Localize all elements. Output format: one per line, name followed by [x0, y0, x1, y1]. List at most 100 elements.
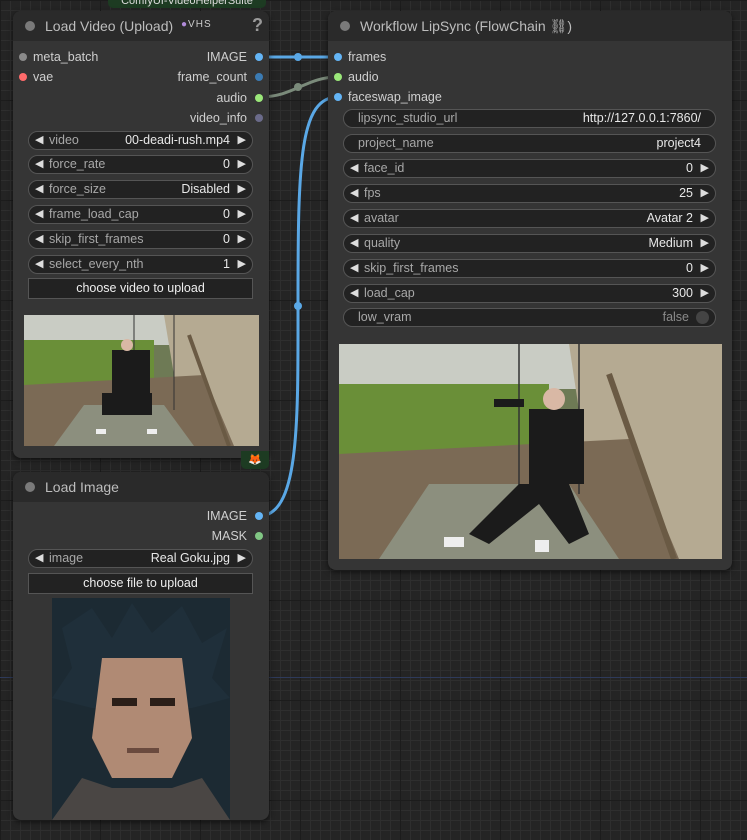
select-every-nth-widget[interactable]: ◀ select_every_nth 1 ▶ — [28, 255, 253, 274]
decrement-arrow-icon[interactable]: ◀ — [350, 161, 358, 174]
decrement-arrow-icon[interactable]: ◀ — [350, 186, 358, 199]
load-video-node[interactable]: Load Video (Upload) ●VHS ? meta_batch va… — [13, 11, 269, 458]
decrement-arrow-icon[interactable]: ◀ — [350, 286, 358, 299]
low-vram-value: false — [662, 310, 689, 324]
vae-input-label: vae — [33, 70, 54, 84]
increment-arrow-icon[interactable]: ▶ — [238, 232, 246, 245]
video-widget[interactable]: ◀ video 00-deadi-rush.mp4 ▶ — [28, 131, 253, 150]
load-image-title: Load Image — [45, 479, 119, 495]
fps-widget[interactable]: ◀ fps 25 ▶ — [343, 184, 716, 203]
collapse-dot-icon[interactable] — [25, 482, 35, 492]
frames-input-label: frames — [348, 50, 387, 64]
lipsync-output-scene — [339, 344, 722, 559]
skip-first-frames-widget[interactable]: ◀ skip_first_frames 0 ▶ — [343, 259, 716, 278]
load-cap-value: 300 — [672, 286, 693, 300]
increment-arrow-icon[interactable]: ▶ — [701, 186, 709, 199]
force-size-value: Disabled — [181, 182, 230, 196]
increment-arrow-icon[interactable]: ▶ — [701, 211, 709, 224]
quality-label: quality — [364, 236, 401, 250]
skip-first-frames-widget[interactable]: ◀ skip_first_frames 0 ▶ — [28, 230, 253, 249]
load-image-titlebar[interactable]: Load Image — [13, 472, 269, 502]
lipsync-url-widget[interactable]: lipsync_studio_url http://127.0.0.1:7860… — [343, 109, 716, 128]
decrement-arrow-icon[interactable]: ◀ — [35, 257, 43, 270]
vhs-camera-icon: ● — [181, 19, 189, 30]
link-faceswap-midpoint — [294, 302, 302, 310]
decrement-arrow-icon[interactable]: ◀ — [35, 232, 43, 245]
lipsync-output-preview — [339, 344, 722, 559]
faceswap-image-input-dot[interactable] — [334, 93, 342, 101]
project-name-widget[interactable]: project_name project4 — [343, 134, 716, 153]
frame-count-output-dot[interactable] — [255, 73, 263, 81]
force-rate-widget[interactable]: ◀ force_rate 0 ▶ — [28, 155, 253, 174]
image-output-dot[interactable] — [255, 512, 263, 520]
force-size-label: force_size — [49, 182, 106, 196]
toggle-knob-icon[interactable] — [696, 311, 709, 324]
frame-load-cap-widget[interactable]: ◀ frame_load_cap 0 ▶ — [28, 205, 253, 224]
increment-arrow-icon[interactable]: ▶ — [701, 261, 709, 274]
vae-input-dot[interactable] — [19, 73, 27, 81]
decrement-arrow-icon[interactable]: ◀ — [350, 261, 358, 274]
image-preview-scene — [52, 598, 230, 820]
frames-input-dot[interactable] — [334, 53, 342, 61]
decrement-arrow-icon[interactable]: ◀ — [35, 157, 43, 170]
select-every-nth-value: 1 — [223, 257, 230, 271]
project-name-label: project_name — [358, 136, 434, 150]
increment-arrow-icon[interactable]: ▶ — [701, 236, 709, 249]
video-info-output-dot[interactable] — [255, 114, 263, 122]
choose-video-button[interactable]: choose video to upload — [28, 278, 253, 299]
load-cap-widget[interactable]: ◀ load_cap 300 ▶ — [343, 284, 716, 303]
fps-label: fps — [364, 186, 381, 200]
video-widget-label: video — [49, 133, 79, 147]
mask-output-label: MASK — [211, 529, 247, 543]
increment-arrow-icon[interactable]: ▶ — [701, 286, 709, 299]
audio-input-dot[interactable] — [334, 73, 342, 81]
load-video-titlebar[interactable]: Load Video (Upload) ●VHS ? — [13, 11, 269, 41]
decrement-arrow-icon[interactable]: ◀ — [350, 236, 358, 249]
force-rate-label: force_rate — [49, 157, 106, 171]
increment-arrow-icon[interactable]: ▶ — [238, 133, 246, 146]
load-image-node[interactable]: Load Image IMAGE MASK ◀ image Real Goku.… — [13, 472, 269, 820]
low-vram-toggle[interactable]: low_vram false — [343, 308, 716, 327]
increment-arrow-icon[interactable]: ▶ — [238, 257, 246, 270]
quality-widget[interactable]: ◀ quality Medium ▶ — [343, 234, 716, 253]
decrement-arrow-icon[interactable]: ◀ — [350, 211, 358, 224]
image-widget[interactable]: ◀ image Real Goku.jpg ▶ — [28, 549, 253, 568]
skip-first-frames-value: 0 — [686, 261, 693, 275]
face-id-label: face_id — [364, 161, 405, 175]
force-size-widget[interactable]: ◀ force_size Disabled ▶ — [28, 180, 253, 199]
vhs-badge-text: VHS — [188, 19, 212, 30]
load-video-title: Load Video (Upload) — [45, 18, 174, 34]
decrement-arrow-icon[interactable]: ◀ — [35, 551, 43, 564]
increment-arrow-icon[interactable]: ▶ — [238, 207, 246, 220]
image-widget-label: image — [49, 551, 84, 565]
increment-arrow-icon[interactable]: ▶ — [238, 157, 246, 170]
decrement-arrow-icon[interactable]: ◀ — [35, 133, 43, 146]
workflow-lipsync-node[interactable]: Workflow LipSync (FlowChain ⛓) frames au… — [328, 11, 732, 570]
workflow-title: Workflow LipSync (FlowChain ⛓) — [360, 18, 573, 34]
audio-output-dot[interactable] — [255, 94, 263, 102]
increment-arrow-icon[interactable]: ▶ — [701, 161, 709, 174]
decrement-arrow-icon[interactable]: ◀ — [35, 182, 43, 195]
image-output-dot[interactable] — [255, 53, 263, 61]
increment-arrow-icon[interactable]: ▶ — [238, 551, 246, 564]
mask-output-dot[interactable] — [255, 532, 263, 540]
workflow-titlebar[interactable]: Workflow LipSync (FlowChain ⛓) — [328, 11, 732, 41]
choose-file-button[interactable]: choose file to upload — [28, 573, 253, 594]
fps-value: 25 — [679, 186, 693, 200]
faceswap-image-input-label: faceswap_image — [348, 90, 442, 104]
decrement-arrow-icon[interactable]: ◀ — [35, 207, 43, 220]
avatar-widget[interactable]: ◀ avatar Avatar 2 ▶ — [343, 209, 716, 228]
help-icon[interactable]: ? — [252, 15, 263, 36]
meta-batch-input-label: meta_batch — [33, 50, 99, 64]
lipsync-url-label: lipsync_studio_url — [358, 111, 458, 125]
meta-batch-input-dot[interactable] — [19, 53, 27, 61]
collapse-dot-icon[interactable] — [25, 21, 35, 31]
skip-first-frames-label: skip_first_frames — [364, 261, 459, 275]
face-id-widget[interactable]: ◀ face_id 0 ▶ — [343, 159, 716, 178]
avatar-value: Avatar 2 — [646, 211, 693, 225]
video-preview-scene — [24, 315, 259, 446]
project-name-value: project4 — [656, 136, 701, 150]
frame-count-output-label: frame_count — [177, 70, 247, 84]
collapse-dot-icon[interactable] — [340, 21, 350, 31]
increment-arrow-icon[interactable]: ▶ — [238, 182, 246, 195]
